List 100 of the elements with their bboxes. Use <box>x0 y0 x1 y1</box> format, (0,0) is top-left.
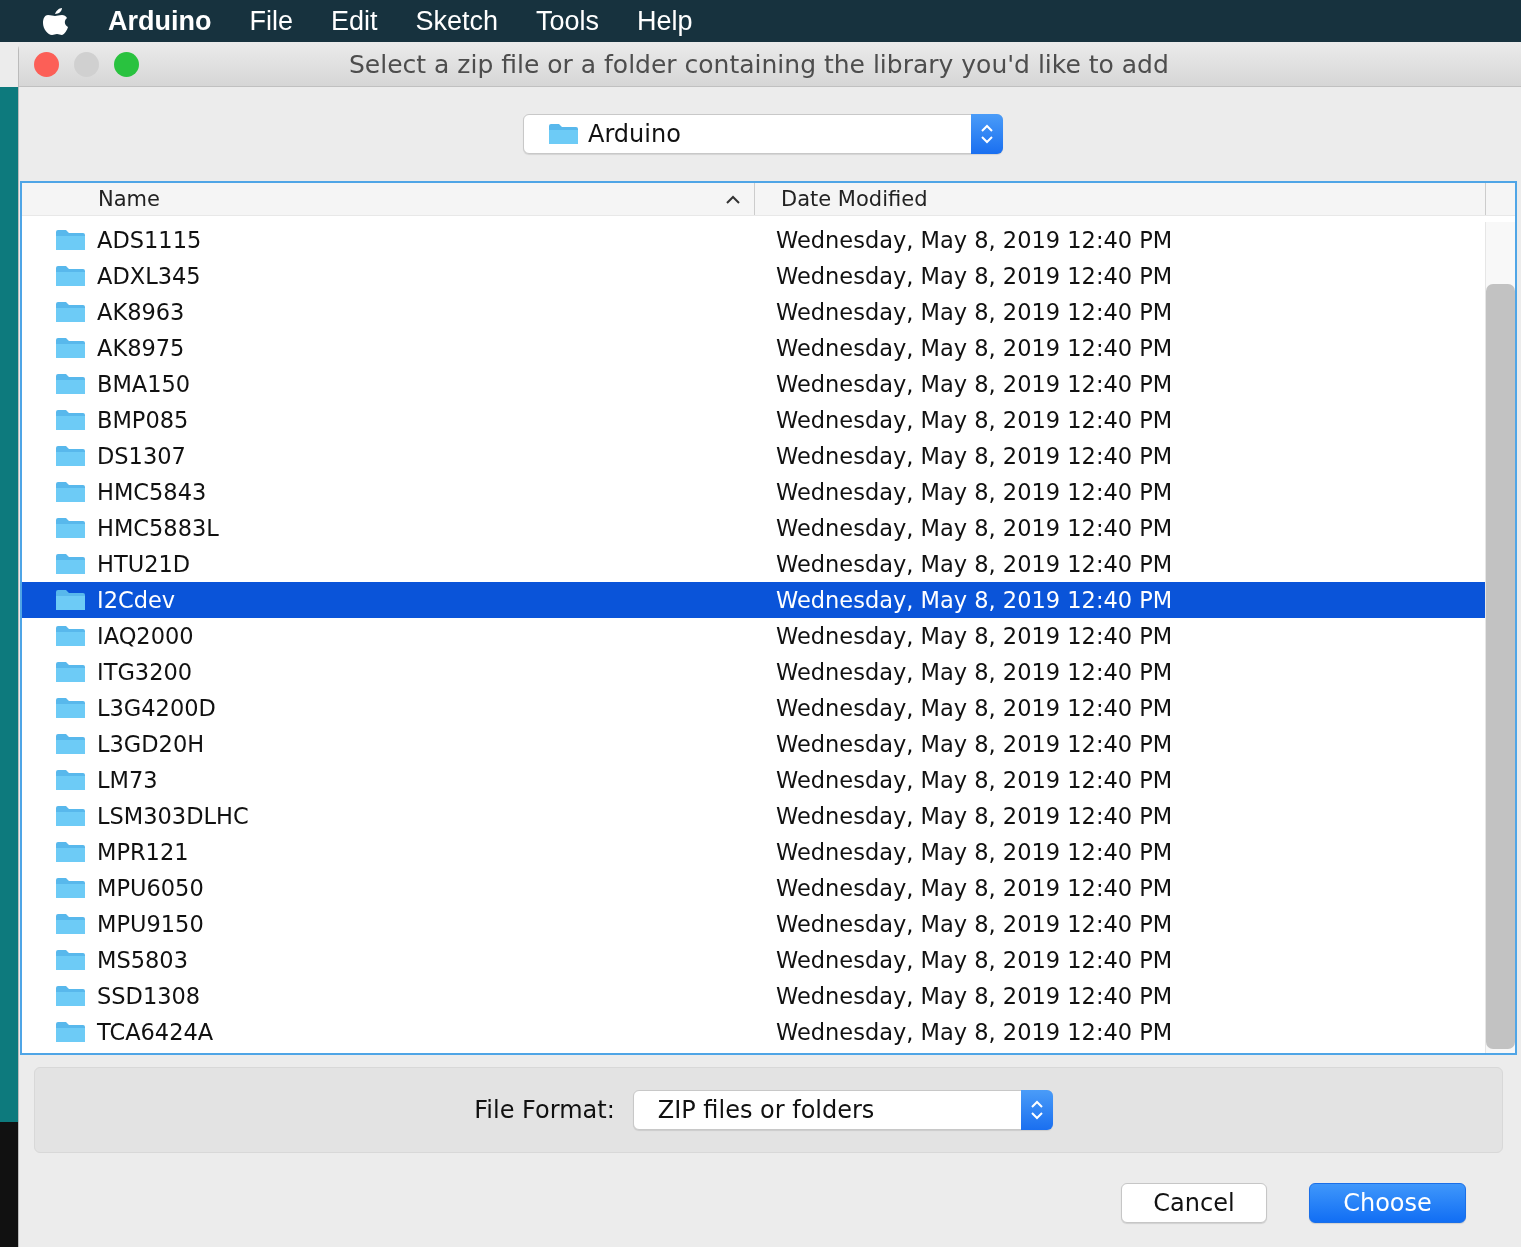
file-row[interactable]: HTU21D Wednesday, May 8, 2019 12:40 PM <box>22 546 1485 582</box>
folder-icon <box>55 336 86 360</box>
cancel-button[interactable]: Cancel <box>1121 1183 1267 1223</box>
file-name: AK8975 <box>97 335 185 361</box>
stepper-icon <box>1020 1090 1053 1130</box>
file-name: L3G4200D <box>97 695 216 721</box>
file-name: DS1307 <box>97 443 186 469</box>
file-name: HTU21D <box>97 551 191 577</box>
folder-icon <box>55 228 86 252</box>
date-modified: Wednesday, May 8, 2019 12:40 PM <box>776 911 1173 937</box>
folder-icon <box>55 948 86 972</box>
date-modified: Wednesday, May 8, 2019 12:40 PM <box>776 767 1173 793</box>
file-name: AK8963 <box>97 299 185 325</box>
folder-icon <box>55 768 86 792</box>
menu-item[interactable]: Edit <box>331 5 378 37</box>
date-modified: Wednesday, May 8, 2019 12:40 PM <box>776 551 1173 577</box>
file-row[interactable]: AK8975 Wednesday, May 8, 2019 12:40 PM <box>22 330 1485 366</box>
file-row[interactable]: HMC5883L Wednesday, May 8, 2019 12:40 PM <box>22 510 1485 546</box>
folder-icon <box>55 444 86 468</box>
folder-icon <box>55 516 86 540</box>
file-name: I2Cdev <box>97 587 176 613</box>
file-name: L3GD20H <box>97 731 205 757</box>
date-modified: Wednesday, May 8, 2019 12:40 PM <box>776 227 1173 253</box>
file-row[interactable]: ITG3200 Wednesday, May 8, 2019 12:40 PM <box>22 654 1485 690</box>
choose-button[interactable]: Choose <box>1309 1183 1466 1223</box>
file-row[interactable]: BMA150 Wednesday, May 8, 2019 12:40 PM <box>22 366 1485 402</box>
file-row[interactable]: ADS1115 Wednesday, May 8, 2019 12:40 PM <box>22 222 1485 258</box>
date-modified: Wednesday, May 8, 2019 12:40 PM <box>776 371 1173 397</box>
date-modified: Wednesday, May 8, 2019 12:40 PM <box>776 299 1173 325</box>
file-row[interactable]: HMC5843 Wednesday, May 8, 2019 12:40 PM <box>22 474 1485 510</box>
folder-icon <box>55 696 86 720</box>
folder-icon <box>55 264 86 288</box>
file-name: TCA6424A <box>97 1019 214 1045</box>
date-modified: Wednesday, May 8, 2019 12:40 PM <box>776 947 1173 973</box>
minimize-button[interactable] <box>74 51 99 77</box>
close-button[interactable] <box>34 51 59 77</box>
location-dropdown[interactable]: Arduino <box>523 114 1003 154</box>
file-name: ADXL345 <box>97 263 201 289</box>
file-row[interactable]: BMP085 Wednesday, May 8, 2019 12:40 PM <box>22 402 1485 438</box>
file-row[interactable]: MPR121 Wednesday, May 8, 2019 12:40 PM <box>22 834 1485 870</box>
file-row[interactable]: SSD1308 Wednesday, May 8, 2019 12:40 PM <box>22 978 1485 1014</box>
folder-icon <box>55 624 86 648</box>
folder-icon <box>55 732 86 756</box>
file-name: ADS1115 <box>97 227 202 253</box>
file-name: HMC5883L <box>97 515 219 541</box>
zoom-button[interactable] <box>114 51 139 77</box>
file-row[interactable]: TCA6424A Wednesday, May 8, 2019 12:40 PM <box>22 1014 1485 1050</box>
date-modified: Wednesday, May 8, 2019 12:40 PM <box>776 1019 1173 1045</box>
date-modified: Wednesday, May 8, 2019 12:40 PM <box>776 587 1173 613</box>
file-row[interactable]: LM73 Wednesday, May 8, 2019 12:40 PM <box>22 762 1485 798</box>
file-row[interactable]: I2Cdev Wednesday, May 8, 2019 12:40 PM <box>22 582 1485 618</box>
file-name: MPU9150 <box>97 911 204 937</box>
menu-item[interactable]: Sketch <box>415 5 499 37</box>
file-row[interactable]: L3G4200D Wednesday, May 8, 2019 12:40 PM <box>22 690 1485 726</box>
file-name: BMA150 <box>97 371 191 397</box>
file-row[interactable]: MPU9150 Wednesday, May 8, 2019 12:40 PM <box>22 906 1485 942</box>
file-name: SSD1308 <box>97 983 201 1009</box>
date-modified: Wednesday, May 8, 2019 12:40 PM <box>776 983 1173 1009</box>
date-modified: Wednesday, May 8, 2019 12:40 PM <box>776 875 1173 901</box>
folder-icon <box>55 588 86 612</box>
app-menu[interactable]: Arduino <box>108 5 212 37</box>
folder-icon <box>55 300 86 324</box>
folder-icon <box>55 552 86 576</box>
menu-item[interactable]: Help <box>637 5 693 37</box>
menu-item[interactable]: File <box>249 5 293 37</box>
date-modified: Wednesday, May 8, 2019 12:40 PM <box>776 407 1173 433</box>
folder-icon <box>55 912 86 936</box>
file-format-dropdown[interactable]: ZIP files or folders <box>632 1090 1053 1130</box>
file-row[interactable]: IAQ2000 Wednesday, May 8, 2019 12:40 PM <box>22 618 1485 654</box>
column-header[interactable]: Date Modified <box>755 183 1486 215</box>
file-row[interactable]: L3GD20H Wednesday, May 8, 2019 12:40 PM <box>22 726 1485 762</box>
file-name: LM73 <box>97 767 158 793</box>
apple-logo-icon[interactable] <box>42 6 68 36</box>
folder-icon <box>55 372 86 396</box>
date-modified: Wednesday, May 8, 2019 12:40 PM <box>776 659 1173 685</box>
date-modified: Wednesday, May 8, 2019 12:40 PM <box>776 623 1173 649</box>
folder-icon <box>55 408 86 432</box>
file-name: LSM303DLHC <box>97 803 249 829</box>
date-modified: Wednesday, May 8, 2019 12:40 PM <box>776 803 1173 829</box>
file-name: MS5803 <box>97 947 188 973</box>
folder-icon <box>55 804 86 828</box>
menu-item[interactable]: Tools <box>536 5 600 37</box>
date-modified: Wednesday, May 8, 2019 12:40 PM <box>776 695 1173 721</box>
file-name: MPU6050 <box>97 875 204 901</box>
folder-icon <box>55 984 86 1008</box>
folder-icon <box>55 876 86 900</box>
folder-icon <box>55 1020 86 1044</box>
file-row[interactable]: ADXL345 Wednesday, May 8, 2019 12:40 PM <box>22 258 1485 294</box>
file-row[interactable]: DS1307 Wednesday, May 8, 2019 12:40 PM <box>22 438 1485 474</box>
file-row[interactable]: AK8963 Wednesday, May 8, 2019 12:40 PM <box>22 294 1485 330</box>
file-name: ITG3200 <box>97 659 193 685</box>
folder-icon <box>55 840 86 864</box>
date-modified: Wednesday, May 8, 2019 12:40 PM <box>776 335 1173 361</box>
file-row[interactable]: LSM303DLHC Wednesday, May 8, 2019 12:40 PM <box>22 798 1485 834</box>
file-row[interactable]: MS5803 Wednesday, May 8, 2019 12:40 PM <box>22 942 1485 978</box>
file-format-label: File Format: <box>474 1096 615 1124</box>
file-row[interactable]: MPU6050 Wednesday, May 8, 2019 12:40 PM <box>22 870 1485 906</box>
folder-icon <box>55 480 86 504</box>
column-header[interactable]: Name <box>22 183 755 215</box>
date-modified: Wednesday, May 8, 2019 12:40 PM <box>776 443 1173 469</box>
